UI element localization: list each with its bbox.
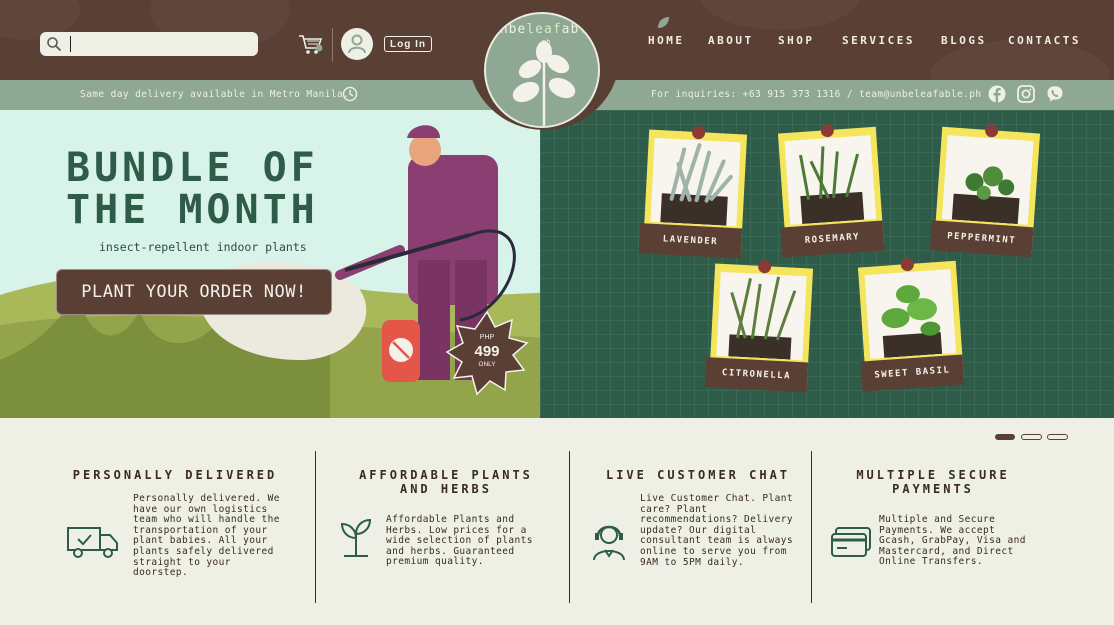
pin-icon: [900, 257, 915, 272]
nav-services[interactable]: SERVICES: [842, 34, 915, 47]
account-avatar[interactable]: [341, 28, 373, 60]
delivery-notice: Same day delivery available in Metro Man…: [80, 89, 350, 100]
nav-home[interactable]: HOME: [648, 34, 685, 47]
feature-divider: [569, 451, 570, 603]
feature-desc-chat: Live Customer Chat. Plant care? Plant re…: [640, 493, 793, 568]
customer-support-icon: [593, 525, 625, 561]
feature-desc-payments: Multiple and Secure Payments. We accept …: [879, 514, 1026, 568]
badge-note: ONLY: [478, 361, 496, 368]
pin-icon: [757, 259, 772, 274]
carousel-dot-active[interactable]: [995, 434, 1015, 440]
nav-blogs[interactable]: BLOGS: [941, 34, 987, 47]
badge-currency: PHP: [479, 334, 495, 341]
rosemary-photo: [784, 135, 877, 225]
lavender-photo: [650, 137, 741, 227]
feature-title-chat: LIVE CUSTOMER CHAT: [605, 468, 791, 482]
pin-icon: [820, 123, 835, 138]
cart-icon[interactable]: [298, 33, 324, 55]
plant-card-sweet-basil[interactable]: SWEET BASIL: [857, 257, 965, 392]
inquiry-contact: For inquiries: +63 915 373 1316 / team@u…: [651, 89, 982, 100]
feature-desc-affordable: Affordable Plants and Herbs. Low prices …: [386, 514, 533, 568]
search-bar[interactable]: [40, 32, 258, 56]
sweet-basil-photo: [864, 269, 957, 359]
nav-contacts[interactable]: CONTACTS: [1008, 34, 1081, 47]
search-icon: [47, 37, 62, 52]
pin-icon: [984, 123, 999, 138]
plant-card-lavender[interactable]: LAVENDER: [638, 125, 748, 259]
feature-divider: [811, 451, 812, 603]
plant-card-citronella[interactable]: CITRONELLA: [704, 259, 814, 393]
hero-title-line1: BUNDLE OF: [66, 145, 319, 191]
peppermint-photo: [941, 135, 1034, 225]
bg-leaf-shape: [700, 0, 860, 30]
nav-shop[interactable]: SHOP: [778, 34, 815, 47]
login-button[interactable]: Log In: [384, 36, 432, 52]
carousel-dot[interactable]: [1021, 434, 1042, 440]
feature-title-delivered: PERSONALLY DELIVERED: [72, 468, 278, 482]
clock-icon: [342, 86, 358, 102]
order-now-button[interactable]: PLANT YOUR ORDER NOW!: [56, 269, 332, 315]
feature-divider: [315, 451, 316, 603]
user-icon: [348, 34, 366, 54]
plant-label: LAVENDER: [638, 223, 743, 259]
feature-desc-delivered: Personally delivered. We have our own lo…: [133, 493, 280, 579]
facebook-icon[interactable]: [988, 85, 1006, 103]
viber-icon[interactable]: [1046, 85, 1064, 103]
plant-logo-icon: [512, 41, 576, 126]
instagram-icon[interactable]: [1017, 85, 1035, 103]
search-cursor: [70, 36, 71, 52]
nav-about[interactable]: ABOUT: [708, 34, 754, 47]
carousel-dot[interactable]: [1047, 434, 1068, 440]
delivery-truck-icon: [67, 527, 118, 558]
header-divider: [332, 28, 333, 62]
plant-card-peppermint[interactable]: PEPPERMINT: [929, 123, 1041, 258]
hero-subtitle: insect-repellent indoor plants: [99, 240, 307, 254]
credit-card-icon: [831, 527, 871, 557]
pin-icon: [691, 125, 706, 140]
plant-label: CITRONELLA: [704, 357, 809, 393]
hero-title: BUNDLE OF THE MONTH: [66, 147, 319, 231]
plant-sprout-icon: [340, 518, 372, 557]
hero-title-line2: THE MONTH: [66, 187, 319, 233]
citronella-photo: [716, 271, 807, 361]
leaf-icon: [658, 17, 669, 28]
site-logo[interactable]: unbeleafable .ph: [484, 12, 600, 128]
feature-title-payments: MULTIPLE SECURE PAYMENTS: [856, 468, 1010, 496]
badge-price: 499: [474, 343, 500, 360]
plant-card-rosemary[interactable]: ROSEMARY: [777, 123, 885, 258]
feature-title-affordable: AFFORDABLE PLANTS AND HERBS: [359, 468, 533, 496]
